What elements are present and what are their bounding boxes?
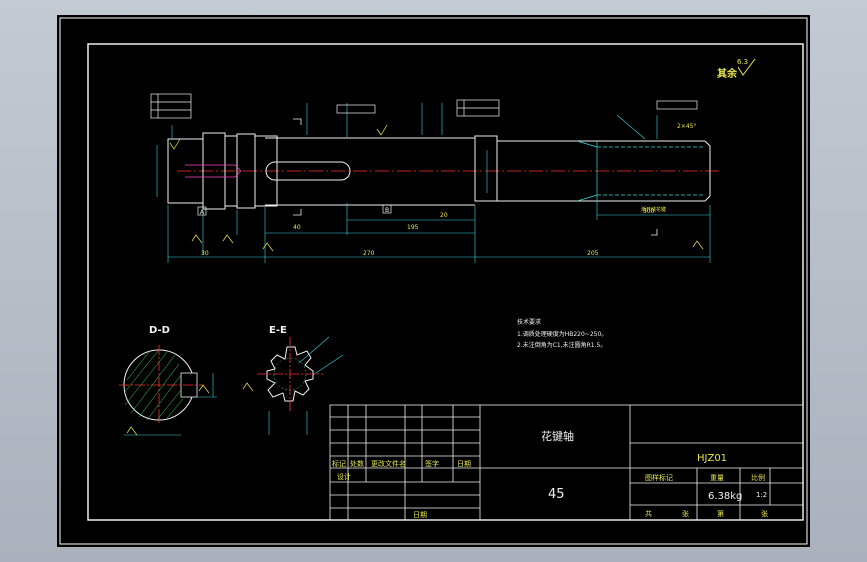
dim-40: 40	[293, 224, 301, 231]
section-dd: D-D	[119, 325, 217, 436]
tb-date: 日期	[457, 460, 471, 468]
notes-title: 技术要求	[517, 318, 541, 326]
tb-stage-mark: 图样标记	[645, 473, 673, 482]
notes-line2: 2.未注倒角为C1,未注圆角R1.5。	[517, 341, 606, 349]
shaft-main-view: 30 270 205 40 195 20 300 渐开线花键 2×45° A B	[150, 93, 722, 263]
section-dd-label: D-D	[149, 325, 170, 336]
part-name: 花键轴	[541, 429, 574, 443]
drawing-number: HJZ01	[697, 453, 727, 464]
tb-signature: 签字	[425, 459, 439, 468]
tb-count: 处数	[350, 459, 364, 468]
tb-scale: 比例	[751, 473, 765, 482]
tb-sheet-no: 第	[717, 509, 724, 518]
technical-notes: 技术要求 1.调质处理硬度为HB220~250。 2.未注倒角为C1,未注圆角R…	[517, 318, 607, 349]
tb-change-doc: 更改文件名	[371, 459, 406, 468]
chamfer-note: 2×45°	[677, 123, 696, 130]
tb-design: 设计	[337, 472, 351, 481]
surface-finish-label: 其余	[717, 67, 738, 80]
title-block-text: 花键轴 45 HJZ01 6.38kg 1:2 标记 处数 更改文件名 签字 日…	[332, 429, 768, 519]
tb-mark: 标记	[332, 459, 346, 468]
section-ee: E-E	[242, 325, 344, 435]
tb-sheet2: 张	[761, 509, 768, 518]
dim-20: 20	[440, 212, 448, 219]
datum-b: B	[385, 207, 389, 214]
engineering-drawing: 其余 6.3 30 270 205 40 195 20 300 渐开线花键 2×…	[59, 17, 808, 545]
dim-205: 205	[587, 250, 599, 257]
inner-frame	[87, 43, 804, 521]
dim-270: 270	[363, 250, 375, 257]
material: 45	[548, 487, 565, 502]
tb-weight: 重量	[710, 474, 724, 482]
section-ee-label: E-E	[269, 325, 287, 336]
dim-195: 195	[407, 224, 419, 231]
notes-line1: 1.调质处理硬度为HB220~250。	[517, 330, 607, 338]
dim-30: 30	[201, 250, 209, 257]
surface-finish-value: 6.3	[737, 58, 748, 66]
spline-note: 渐开线花键	[641, 206, 666, 213]
cad-viewport[interactable]: 其余 6.3 30 270 205 40 195 20 300 渐开线花键 2×…	[57, 15, 810, 547]
tb-total: 共	[645, 509, 652, 518]
tb-date2: 日期	[413, 511, 427, 519]
surface-finish-mark: 其余 6.3	[717, 58, 756, 80]
tb-sheet: 张	[682, 509, 689, 518]
scale-value: 1:2	[756, 491, 767, 499]
mass-value: 6.38kg	[708, 491, 742, 502]
